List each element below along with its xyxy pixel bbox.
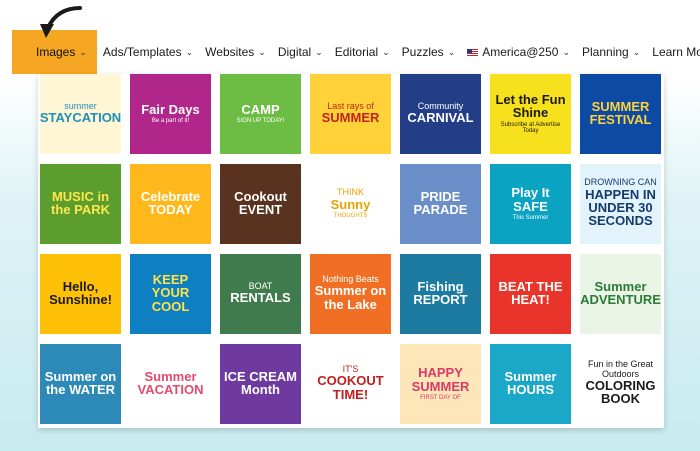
- tile-text-l2: Sunny: [330, 196, 371, 212]
- image-tile[interactable]: BEAT THE HEAT!: [490, 254, 571, 334]
- tile-text-l2: Summer on the Lake: [314, 283, 387, 312]
- tile-text-l2: SUMMER FESTIVAL: [589, 98, 652, 127]
- chevron-down-icon: ⌄: [315, 46, 323, 57]
- tile-text-l2: Summer HOURS: [504, 368, 557, 397]
- tile-text-l2: PRIDE PARADE: [413, 188, 468, 217]
- image-tile[interactable]: Cookout EVENT: [220, 164, 301, 244]
- tile-text-l2: MUSIC in the PARK: [51, 188, 110, 217]
- image-tile[interactable]: KEEP YOUR COOL: [130, 254, 211, 334]
- image-grid: summer STAYCATION Fair Days Be a part of it…: [40, 74, 661, 424]
- tile-text-l3: THOUGHTS: [333, 213, 368, 220]
- image-tile[interactable]: Celebrate TODAY: [130, 164, 211, 244]
- image-tile[interactable]: Summer HOURS: [490, 344, 571, 424]
- image-tile[interactable]: Summer ADVENTURE: [580, 254, 661, 334]
- tile-text-l1: Fun in the Great Outdoors: [587, 359, 654, 379]
- nav-item-label: Digital: [277, 45, 312, 59]
- nav-item-america-250[interactable]: America@250 ⌄: [461, 30, 576, 74]
- tile-text-l3: This Summer: [512, 214, 549, 221]
- chevron-down-icon: ⌄: [562, 46, 570, 57]
- tile-text-l3: Be a part of it!: [151, 118, 190, 125]
- tile-text-l2: CAMP: [241, 102, 280, 118]
- curved-arrow-icon: [40, 6, 82, 38]
- tile-text-l2: CARNIVAL: [407, 110, 474, 126]
- image-tile[interactable]: DROWNING CAN HAPPEN IN UNDER 30 SECONDS: [580, 164, 661, 244]
- us-flag-icon: [467, 48, 479, 56]
- image-tile[interactable]: Fishing REPORT: [400, 254, 481, 334]
- chevron-down-icon: ⌄: [447, 46, 456, 57]
- chevron-down-icon: ⌄: [632, 46, 641, 57]
- nav-item-editorial[interactable]: Editorial ⌄: [329, 30, 396, 74]
- nav-item-digital[interactable]: Digital ⌄: [272, 30, 329, 74]
- nav-item-label: Images: [36, 45, 76, 59]
- tile-text-l2: HAPPY SUMMER: [411, 365, 470, 394]
- tile-text-l2: BEAT THE HEAT!: [498, 278, 563, 307]
- image-tile[interactable]: summer STAYCATION: [40, 74, 121, 154]
- image-tile[interactable]: HAPPY SUMMER FIRST DAY OF: [400, 344, 481, 424]
- image-tile[interactable]: CAMP SIGN UP TODAY!: [220, 74, 301, 154]
- image-tile[interactable]: Summer VACATION: [130, 344, 211, 424]
- image-tile[interactable]: BOAT RENTALS: [220, 254, 301, 334]
- nav-item-websites[interactable]: Websites ⌄: [199, 30, 272, 74]
- tile-text-l3: Subscribe at Advertise Today: [500, 121, 561, 135]
- nav-item-puzzles[interactable]: Puzzles ⌄: [396, 30, 462, 74]
- tile-text-l2: SUMMER: [321, 110, 380, 126]
- nav-item-label: Learn More: [652, 45, 700, 59]
- tile-text-l2: Fair Days: [141, 102, 200, 118]
- tile-text-l2: Cookout EVENT: [234, 188, 287, 217]
- image-tile[interactable]: PRIDE PARADE: [400, 164, 481, 244]
- image-tile[interactable]: Play It SAFE This Summer: [490, 164, 571, 244]
- tile-text-l3: FIRST DAY OF: [420, 394, 461, 401]
- tile-text-l2: ICE CREAM Month: [224, 368, 297, 397]
- nav-item-label: Editorial: [334, 45, 379, 59]
- tile-text-l2: Fishing REPORT: [413, 278, 468, 307]
- image-tile[interactable]: MUSIC in the PARK: [40, 164, 121, 244]
- image-tile[interactable]: Nothing Beats Summer on the Lake: [310, 254, 391, 334]
- image-tile[interactable]: Let the Fun Shine Subscribe at Advertise …: [490, 74, 571, 154]
- image-tile[interactable]: Summer on the WATER: [40, 344, 121, 424]
- tile-text-l2: RENTALS: [230, 290, 291, 306]
- nav-item-label: Puzzles: [401, 45, 444, 59]
- image-tile[interactable]: Hello, Sunshine!: [40, 254, 121, 334]
- nav-item-label: Planning: [582, 45, 629, 59]
- nav-item-label: Websites: [205, 45, 255, 59]
- chevron-down-icon: ⌄: [185, 46, 194, 57]
- chevron-down-icon: ⌄: [382, 46, 390, 57]
- chevron-down-icon: ⌄: [79, 46, 87, 57]
- tile-text-l2: Play It SAFE: [511, 185, 550, 214]
- image-tile[interactable]: ICE CREAM Month: [220, 344, 301, 424]
- tile-text-l2: Summer ADVENTURE: [580, 278, 661, 307]
- nav-item-label: Ads/Templates: [102, 45, 182, 59]
- image-tile[interactable]: THINK Sunny THOUGHTS: [310, 164, 391, 244]
- image-tile[interactable]: Fun in the Great Outdoors COLORING BOOK: [580, 344, 661, 424]
- nav-item-planning[interactable]: Planning ⌄: [576, 30, 646, 74]
- tile-text-l2: Summer on the WATER: [44, 368, 117, 397]
- nav-item-ads-templates[interactable]: Ads/Templates ⌄: [97, 30, 199, 74]
- chevron-down-icon: ⌄: [258, 46, 266, 57]
- nav-item-label: America@250: [482, 45, 559, 59]
- tile-text-l2: HAPPEN IN UNDER 30 SECONDS: [585, 186, 656, 229]
- image-tile[interactable]: SUMMER FESTIVAL: [580, 74, 661, 154]
- image-tile[interactable]: Fair Days Be a part of it!: [130, 74, 211, 154]
- tile-text-l2: Hello, Sunshine!: [49, 278, 112, 307]
- image-tile[interactable]: IT'S COOKOUT TIME!: [310, 344, 391, 424]
- tile-text-l2: STAYCATION: [40, 110, 121, 126]
- tile-text-l2: Celebrate TODAY: [140, 188, 201, 217]
- image-tile[interactable]: Community CARNIVAL: [400, 74, 481, 154]
- nav-item-learn-more[interactable]: Learn More⌄: [646, 30, 700, 74]
- image-tile[interactable]: Last rays of SUMMER: [310, 74, 391, 154]
- tile-text-l3: SIGN UP TODAY!: [236, 118, 285, 125]
- main-nav: Images ⌄ Ads/Templates ⌄ Websites ⌄ Digital ⌄ Ed…: [0, 30, 700, 74]
- tile-text-l2: COLORING BOOK: [585, 378, 656, 407]
- tile-text-l2: KEEP YOUR COOL: [151, 272, 190, 314]
- tile-text-l2: Let the Fun Shine: [495, 92, 566, 121]
- tile-text-l2: COOKOUT TIME!: [317, 373, 384, 402]
- tile-text-l2: Summer VACATION: [137, 368, 204, 397]
